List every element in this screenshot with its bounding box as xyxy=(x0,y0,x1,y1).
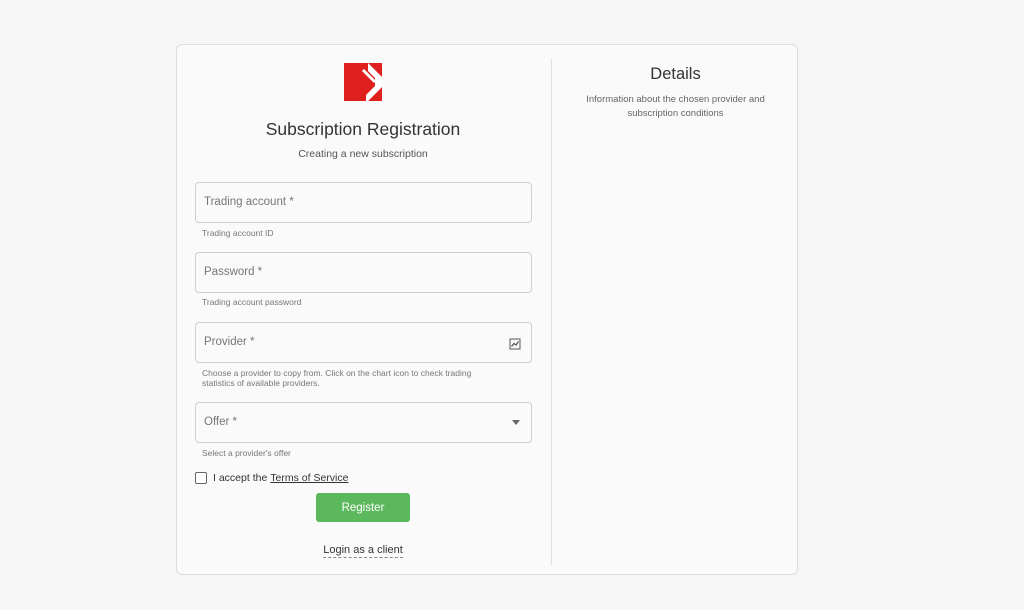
chevron-down-icon[interactable] xyxy=(512,420,520,425)
trading-account-placeholder: Trading account * xyxy=(204,196,294,208)
offer-select[interactable]: Offer * xyxy=(195,402,532,443)
brand-logo-icon xyxy=(344,63,382,101)
trading-account-input[interactable]: Trading account * xyxy=(195,182,532,223)
terms-of-service-link[interactable]: Terms of Service xyxy=(270,472,348,484)
registration-card: Subscription Registration Creating a new… xyxy=(176,44,798,575)
details-description: Information about the chosen provider an… xyxy=(586,94,765,119)
provider-helper: Choose a provider to copy from. Click on… xyxy=(202,368,472,388)
login-as-client-link[interactable]: Login as a client xyxy=(323,544,403,558)
password-placeholder: Password * xyxy=(204,266,263,278)
details-title: Details xyxy=(650,65,701,83)
terms-row: I accept the Terms of Service xyxy=(195,472,348,484)
offer-helper: Select a provider's offer xyxy=(202,448,291,458)
page-subtitle: Creating a new subscription xyxy=(298,148,428,160)
provider-input[interactable]: Provider * xyxy=(195,322,532,363)
terms-label: I accept the xyxy=(213,472,268,484)
chart-icon[interactable] xyxy=(509,338,521,350)
terms-checkbox[interactable] xyxy=(195,472,207,484)
page-title: Subscription Registration xyxy=(265,119,461,139)
login-link-wrapper: Login as a client xyxy=(177,544,549,558)
details-panel: Details Information about the chosen pro… xyxy=(552,45,799,574)
password-input[interactable]: Password * xyxy=(195,252,532,293)
register-button[interactable]: Register xyxy=(316,493,410,522)
provider-placeholder: Provider * xyxy=(204,336,255,348)
registration-form-panel: Subscription Registration Creating a new… xyxy=(177,45,551,574)
password-helper: Trading account password xyxy=(202,297,302,307)
offer-placeholder: Offer * xyxy=(204,416,238,428)
trading-account-helper: Trading account ID xyxy=(202,228,274,238)
